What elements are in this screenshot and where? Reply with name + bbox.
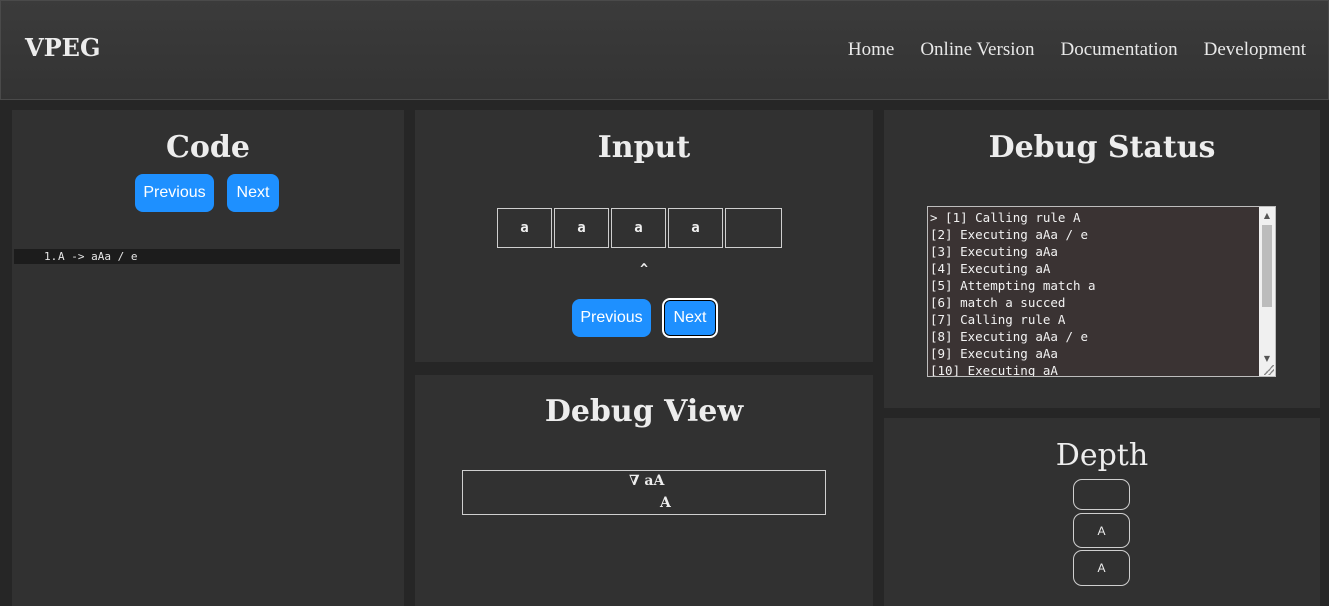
input-cell: a: [668, 208, 723, 248]
nav-link-home[interactable]: Home: [848, 39, 894, 61]
brand-logo[interactable]: VPEG: [25, 33, 100, 62]
depth-panel: Depth A A: [884, 418, 1320, 606]
input-previous-button[interactable]: Previous: [572, 299, 651, 337]
debug-log-lines: > [1] Calling rule A [2] Executing aAa /…: [928, 209, 1096, 377]
log-line: [2] Executing aAa / e: [930, 227, 1089, 242]
input-tape: a a a a: [497, 208, 782, 248]
input-cell: a: [554, 208, 609, 248]
debug-tree: ∇ aA A: [462, 470, 826, 515]
navbar: VPEG Home Online Version Documentation D…: [0, 0, 1329, 100]
tree-node: A: [660, 495, 671, 511]
log-line: > [1] Calling rule A: [930, 210, 1081, 225]
line-number: 1.: [44, 250, 58, 263]
debug-status-title: Debug Status: [988, 130, 1216, 165]
debug-log-textarea[interactable]: > [1] Calling rule A [2] Executing aAa /…: [927, 206, 1276, 377]
log-line: [5] Attempting match a: [930, 278, 1096, 293]
nav-link-online-version[interactable]: Online Version: [920, 39, 1034, 61]
input-cell: a: [497, 208, 552, 248]
nav-links: Home Online Version Documentation Develo…: [848, 39, 1306, 61]
log-line: [9] Executing aAa: [930, 346, 1058, 361]
scroll-thumb[interactable]: [1262, 225, 1272, 307]
scroll-down-arrow-icon[interactable]: ▼: [1259, 350, 1275, 366]
log-line: [3] Executing aAa: [930, 244, 1058, 259]
depth-stack-item: A: [1073, 550, 1130, 586]
input-title: Input: [597, 130, 691, 165]
code-text: A -> aAa / e: [58, 250, 138, 263]
code-line[interactable]: 1. A -> aAa / e: [14, 249, 400, 264]
debug-view-title: Debug View: [544, 394, 744, 429]
nav-link-development[interactable]: Development: [1204, 39, 1306, 61]
resize-handle-icon[interactable]: [1264, 365, 1274, 375]
code-title: Code: [166, 130, 250, 165]
input-next-button[interactable]: Next: [662, 298, 718, 338]
input-cell: [725, 208, 782, 248]
code-previous-button[interactable]: Previous: [135, 174, 214, 212]
log-scrollbar[interactable]: ▲ ▼: [1259, 207, 1275, 376]
scroll-up-arrow-icon[interactable]: ▲: [1259, 207, 1275, 223]
log-line: [7] Calling rule A: [930, 312, 1066, 327]
log-line: [6] match a succed: [930, 295, 1066, 310]
log-line: [10] Executing aA: [930, 363, 1058, 377]
log-line: [8] Executing aAa / e: [930, 329, 1089, 344]
input-cell: a: [611, 208, 666, 248]
depth-stack-item: [1073, 479, 1130, 510]
depth-title: Depth: [1055, 438, 1149, 473]
tree-row: ∇ aA: [629, 473, 665, 489]
input-position-caret: ^: [640, 262, 648, 277]
depth-stack-item: A: [1073, 513, 1130, 548]
code-next-button[interactable]: Next: [227, 174, 279, 212]
log-line: [4] Executing aA: [930, 261, 1051, 276]
nav-link-documentation[interactable]: Documentation: [1061, 39, 1178, 61]
